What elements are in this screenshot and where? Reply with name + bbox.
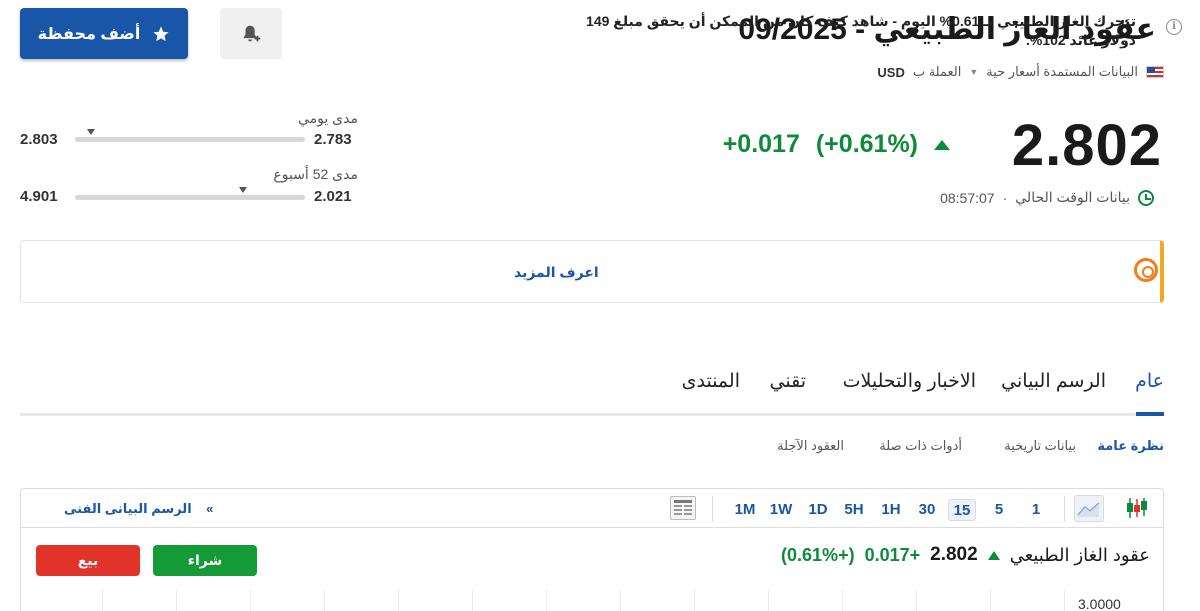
up-arrow-icon [934, 139, 950, 150]
chart-gridline [916, 590, 917, 611]
tab-overview[interactable]: عام [1135, 370, 1164, 393]
currency-value: USD [877, 64, 905, 80]
week52-range-label: مدى 52 أسبوع [273, 166, 358, 182]
chart-gridline [694, 590, 695, 611]
timeframe-1h[interactable]: 1H [876, 499, 906, 521]
subtab-related-instruments[interactable]: أدوات ذات صلة [879, 438, 962, 454]
time-row: بيانات الوقت الحالي · 08:57:07 [940, 189, 1154, 206]
timeframe-5[interactable]: 5 [986, 499, 1012, 521]
add-portfolio-label: أضف محفظة [37, 25, 141, 43]
bell-plus-icon [243, 25, 261, 41]
chart-gridline [1064, 590, 1065, 611]
up-arrow-icon [987, 550, 1000, 560]
daily-range-marker [87, 129, 96, 135]
add-portfolio-button[interactable]: أضف محفظة [20, 8, 188, 59]
target-icon [1134, 258, 1158, 282]
timeframe-1m[interactable]: 1M [728, 499, 762, 521]
subtab-historical-data[interactable]: بيانات تاريخية [1004, 438, 1076, 454]
caret-down-icon[interactable]: ▼ [969, 67, 978, 77]
table-view-button[interactable] [670, 496, 696, 520]
data-source-label: البيانات المستمدة أسعار حية [986, 64, 1138, 79]
chart-gridline [472, 590, 473, 611]
subtab-overview[interactable]: نظرة عامة [1097, 438, 1164, 454]
toolbar-separator [712, 496, 713, 522]
us-flag-icon [1146, 66, 1164, 78]
timeframe-30[interactable]: 30 [912, 499, 942, 521]
change-percent: (+0.61%) [815, 130, 918, 158]
timeframe-15[interactable]: 15 [948, 499, 976, 521]
buy-button[interactable]: شراء [153, 545, 257, 576]
chart-gridline [250, 590, 251, 611]
chart-gridline [546, 590, 547, 611]
clock-icon [1138, 189, 1154, 206]
toolbar-separator [1064, 496, 1065, 522]
week52-range-marker [238, 187, 247, 193]
meta-row: البيانات المستمدة أسعار حية ▼ العملة ب U… [877, 64, 1164, 80]
week52-range-high: 4.901 [20, 188, 58, 205]
tab-news-analysis[interactable]: الاخبار والتحليلات [843, 370, 976, 393]
last-price: 2.802 [1011, 113, 1162, 178]
time-label: بيانات الوقت الحالي [1015, 189, 1130, 205]
chart-price: 2.802 [930, 544, 978, 565]
subtab-futures[interactable]: العقود الآجلة [777, 438, 844, 454]
create-alert-button[interactable] [220, 8, 282, 59]
active-tab-indicator [1136, 412, 1164, 416]
tabs-divider [20, 413, 1164, 416]
chart-gridline [398, 590, 399, 611]
chart-gridline [176, 590, 177, 611]
table-icon [674, 500, 692, 515]
chart-gridline [990, 590, 991, 611]
line-chart-icon [1077, 502, 1100, 517]
technical-chart-link[interactable]: » الرسم البيانى الفنى [64, 501, 213, 517]
tab-chart[interactable]: الرسم البياني [1001, 370, 1106, 393]
star-icon [153, 26, 169, 41]
timeframe-1d[interactable]: 1D [802, 499, 834, 521]
price-change: +0.017 (+0.61%) [723, 130, 950, 159]
chart-y-axis-label: 3.0000 [1078, 596, 1121, 611]
currency-label: العملة ب [912, 64, 962, 79]
technical-chart-label: الرسم البيانى الفنى [64, 501, 192, 516]
timeframe-5h[interactable]: 5H [838, 499, 870, 521]
sell-button[interactable]: بيع [36, 545, 140, 576]
technical-chart-arrow: » [206, 501, 214, 516]
info-icon[interactable]: i [1166, 19, 1182, 35]
daily-range-low: 2.783 [314, 131, 352, 148]
timeframe-1[interactable]: 1 [1024, 499, 1048, 521]
time-value: 08:57:07 [940, 189, 995, 206]
daily-range-high: 2.803 [20, 131, 58, 148]
daily-range-bar [75, 137, 305, 142]
week52-range-bar [75, 195, 305, 200]
line-chart-button[interactable] [1074, 495, 1104, 522]
banner-text: تتحرك الغاز الطبيعي بـ 0.61% اليوم - شاه… [586, 13, 1136, 48]
timeframe-1w[interactable]: 1W [764, 499, 798, 521]
tab-technical[interactable]: تقني [770, 370, 806, 393]
chart-gridline [324, 590, 325, 611]
chart-gridline [768, 590, 769, 611]
learn-more-link[interactable]: اعرف المزيد [514, 264, 599, 281]
candlestick-icon[interactable] [1124, 495, 1150, 521]
chart-quote-header: عقود الغاز الطبيعي 2.802 +0.017 (+0.61%) [781, 544, 1150, 566]
tab-forum[interactable]: المنتدى [682, 370, 740, 393]
time-separator: · [1002, 189, 1008, 206]
week52-range-low: 2.021 [314, 188, 352, 205]
daily-range-label: مدى يومي [298, 110, 358, 126]
chart-gridline [842, 590, 843, 611]
chart-gridline [102, 590, 103, 611]
chart-instrument-name: عقود الغاز الطبيعي [1009, 544, 1150, 565]
chart-gridline [620, 590, 621, 611]
chart-change: +0.017 [864, 544, 921, 565]
change-value: +0.017 [722, 130, 800, 158]
chart-change-percent: (+0.61%) [781, 544, 855, 565]
